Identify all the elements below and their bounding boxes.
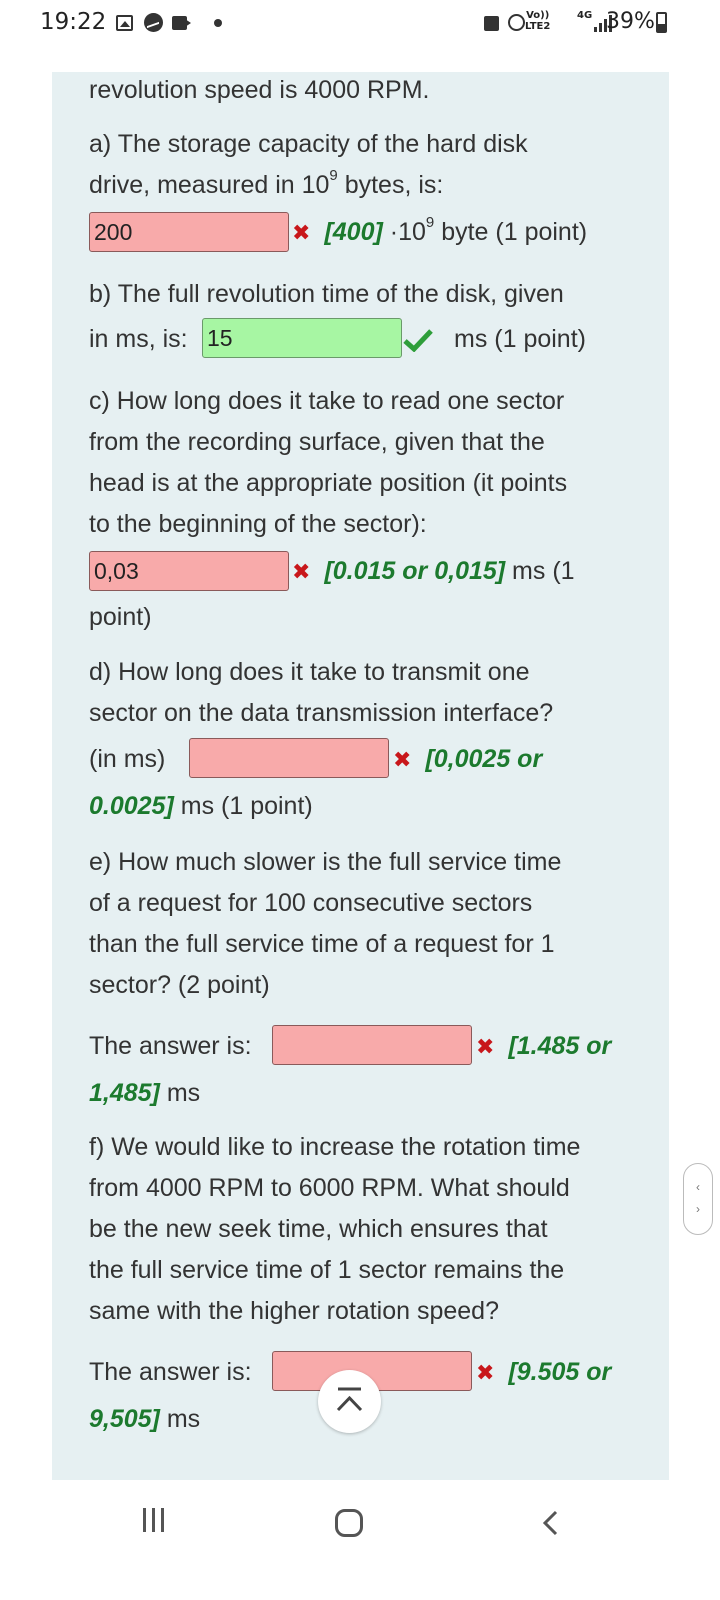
- qb-line-1: b) The full revolution time of the disk,…: [89, 280, 564, 308]
- qa-line-1: a) The storage capacity of the hard disk: [89, 130, 528, 158]
- dot-icon: [214, 19, 222, 27]
- cross-icon: ✖: [292, 220, 311, 245]
- network-type: 4G: [577, 10, 593, 21]
- qc-line-2: from the recording surface, given that t…: [89, 428, 545, 456]
- qf-feedback-1: ✖ [9.505 or: [476, 1358, 611, 1387]
- qf-line-5: same with the higher rotation speed?: [89, 1297, 499, 1325]
- volte-bottom: LTE2: [525, 21, 551, 32]
- cross-icon: ✖: [476, 1360, 495, 1385]
- battery-percent: 39%: [606, 9, 655, 34]
- qf-prefix: The answer is:: [89, 1358, 252, 1386]
- qc-correct-answer: [0.015 or 0,015]: [324, 557, 506, 585]
- qe-line-3: than the full service time of a request …: [89, 930, 555, 958]
- qe-line-1: e) How much slower is the full service t…: [89, 848, 562, 876]
- qd-answer-input[interactable]: [189, 738, 389, 778]
- volte-top: Vo)): [526, 10, 550, 21]
- qe-suffix: ms: [159, 1079, 201, 1107]
- status-bar: 19:22 Vo)) LTE2 4G 39%: [0, 0, 720, 48]
- check-icon: [403, 329, 433, 352]
- qd-prefix: (in ms): [89, 745, 166, 773]
- qe-correct-part-1: [1.485 or: [508, 1032, 612, 1060]
- image-icon: [116, 15, 133, 31]
- qd-line-1: d) How long does it take to transmit one: [89, 658, 530, 686]
- qc-suffix: ms (1: [505, 557, 575, 585]
- qb-answer-input[interactable]: 15: [202, 318, 402, 358]
- messenger-icon: [144, 13, 163, 32]
- lock-icon: [484, 16, 499, 31]
- qa-answer-input[interactable]: 200: [89, 212, 289, 252]
- qb-suffix: ms (1 point): [454, 325, 586, 353]
- qd-feedback-2: 0.0025] ms (1 point): [89, 792, 313, 821]
- qd-feedback-1: ✖ [0,0025 or: [393, 745, 542, 774]
- video-icon: [172, 16, 191, 30]
- qd-line-2: sector on the data transmission interfac…: [89, 699, 554, 727]
- qf-line-4: the full service time of 1 sector remain…: [89, 1256, 565, 1284]
- side-panel-handle[interactable]: ‹ ›: [683, 1163, 713, 1235]
- qc-answer-input[interactable]: 0,03: [89, 551, 289, 591]
- qc-line-1: c) How long does it take to read one sec…: [89, 387, 565, 415]
- qc-line-after: point): [89, 603, 152, 631]
- chevron-left-icon: ‹: [696, 1180, 700, 1194]
- qf-correct-part-1: [9.505 or: [508, 1358, 612, 1386]
- qe-feedback-2: 1,485] ms: [89, 1079, 200, 1108]
- qf-line-1: f) We would like to increase the rotatio…: [89, 1133, 581, 1161]
- chevron-up-bar-icon: [336, 1387, 363, 1412]
- qa-unit-exponent: 9: [425, 214, 435, 231]
- qe-answer-input[interactable]: [272, 1025, 472, 1065]
- qd-correct-part-2: 0.0025]: [89, 792, 174, 820]
- back-button[interactable]: [540, 1510, 564, 1536]
- qb-line-2: in ms, is:: [89, 325, 188, 353]
- qa-line-2-end: bytes, is:: [337, 171, 444, 199]
- status-time: 19:22: [40, 9, 107, 35]
- recent-apps-button[interactable]: [143, 1508, 165, 1532]
- intro-line: revolution speed is 4000 RPM.: [89, 76, 430, 104]
- qe-feedback-1: ✖ [1.485 or: [476, 1032, 611, 1061]
- collapse-handle-button[interactable]: [318, 1370, 381, 1433]
- qf-line-3: be the new seek time, which ensures that: [89, 1215, 548, 1243]
- qa-feedback: ✖ [400] ·109 byte (1 point): [292, 214, 588, 247]
- qa-unit-text: ·10: [382, 218, 426, 246]
- qa-correct-answer: [400]: [324, 218, 383, 246]
- qe-line-2: of a request for 100 consecutive sectors: [89, 889, 533, 917]
- cross-icon: ✖: [476, 1034, 495, 1059]
- chevron-right-icon: ›: [696, 1202, 700, 1216]
- qe-prefix: The answer is:: [89, 1032, 252, 1060]
- qf-line-2: from 4000 RPM to 6000 RPM. What should: [89, 1174, 570, 1202]
- qf-correct-part-2: 9,505]: [89, 1405, 160, 1433]
- cross-icon: ✖: [393, 747, 412, 772]
- qa-line-2-text: drive, measured in 10: [89, 171, 330, 199]
- qd-correct-part-1: [0,0025 or: [425, 745, 543, 773]
- cross-icon: ✖: [292, 559, 311, 584]
- qf-suffix: ms: [159, 1405, 201, 1433]
- qf-feedback-2: 9,505] ms: [89, 1405, 200, 1434]
- volte-indicator: Vo)) LTE2: [525, 10, 550, 32]
- qc-line-3: head is at the appropriate position (it …: [89, 469, 568, 497]
- navigation-bar: [0, 1490, 720, 1600]
- qd-suffix: ms (1 point): [173, 792, 313, 820]
- alarm-icon: [508, 14, 525, 31]
- home-button[interactable]: [335, 1509, 363, 1537]
- qc-line-4: to the beginning of the sector):: [89, 510, 427, 538]
- qe-correct-part-2: 1,485]: [89, 1079, 160, 1107]
- qa-unit-end: byte (1 point): [434, 218, 588, 246]
- qe-line-4: sector? (2 point): [89, 971, 270, 999]
- qc-feedback: ✖ [0.015 or 0,015] ms (1: [292, 557, 575, 586]
- qa-exponent: 9: [329, 167, 338, 184]
- battery-icon: [656, 12, 667, 33]
- qa-line-2: drive, measured in 109 bytes, is:: [89, 167, 444, 200]
